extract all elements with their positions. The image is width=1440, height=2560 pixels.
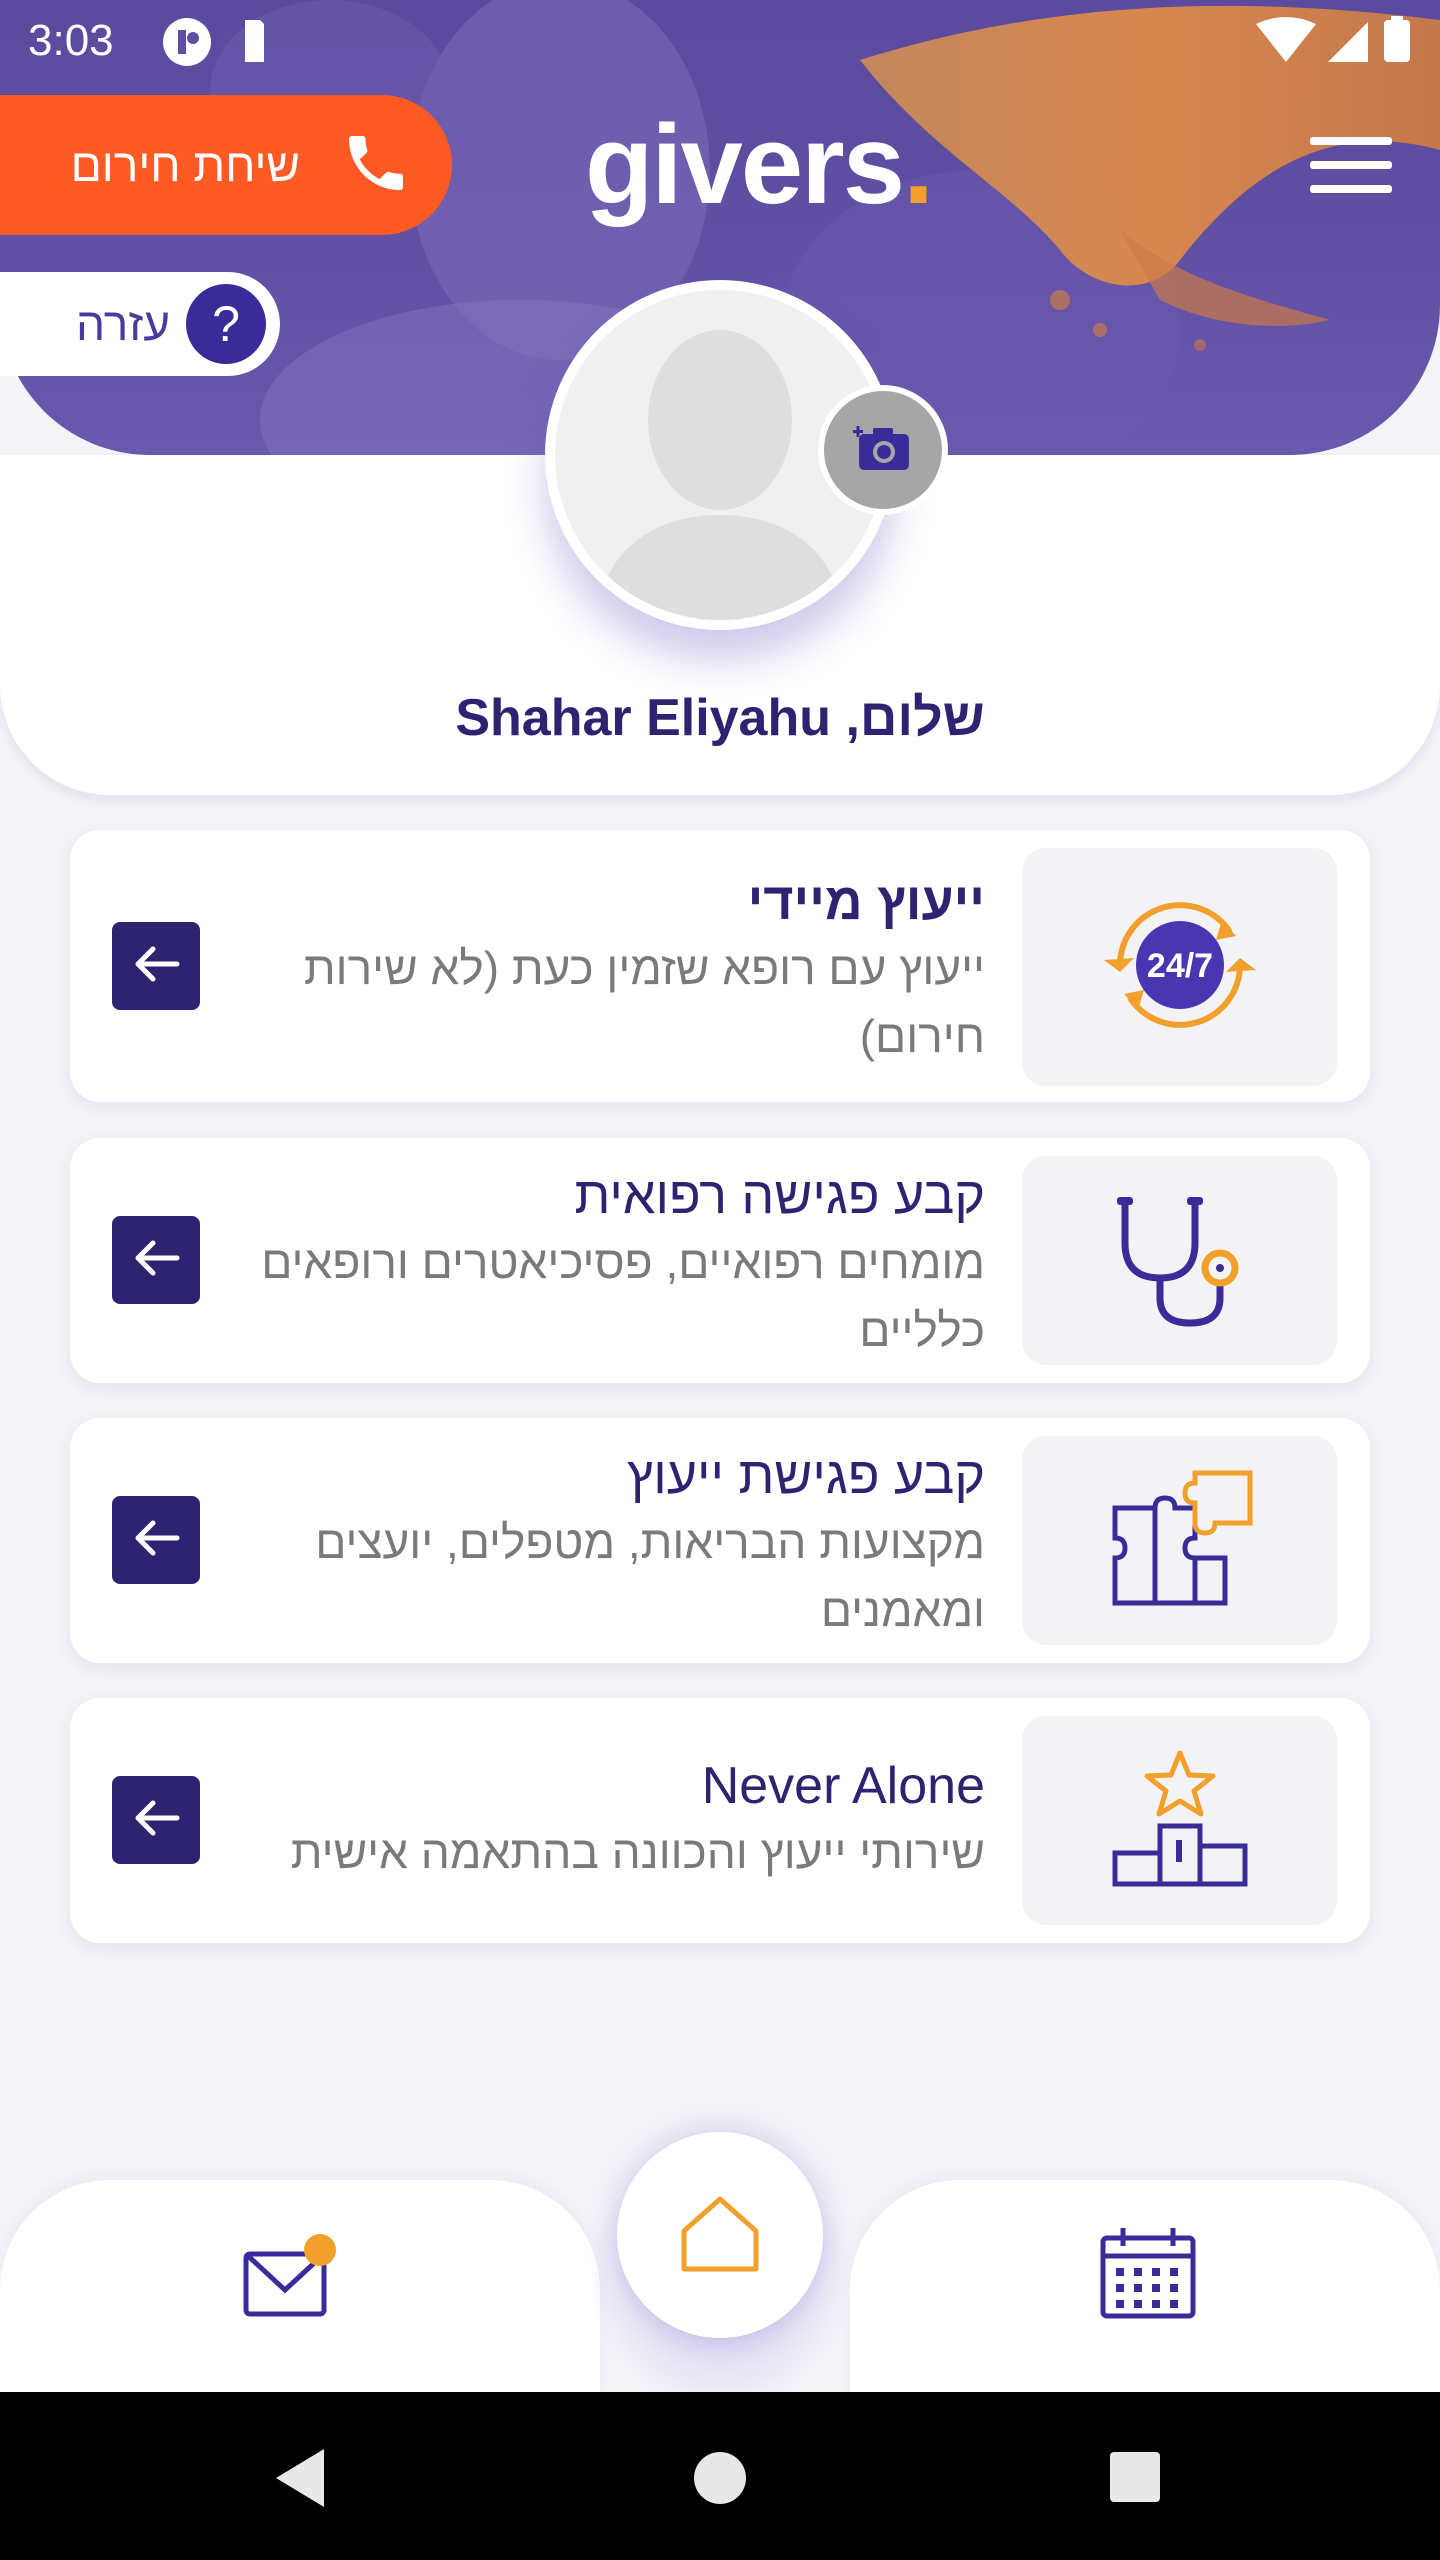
phone-icon <box>340 127 412 204</box>
messages-button[interactable] <box>240 2232 340 2327</box>
menu-icon[interactable] <box>1310 135 1392 200</box>
card-arrow-button[interactable] <box>112 922 200 1010</box>
status-bar: 3:03 <box>0 0 1440 85</box>
card-text: ייעוץ מיידי ייעוץ עם רופא שזמין כעת (לא … <box>205 870 985 1070</box>
medical-appointment-card[interactable]: קבע פגישה רפואית מומחים רפואיים, פסיכיאט… <box>70 1138 1370 1383</box>
card-icon-box <box>1022 1436 1337 1645</box>
24-7-icon: 24/7 <box>1090 880 1270 1055</box>
card-arrow-button[interactable] <box>112 1776 200 1864</box>
podium-star-icon <box>1105 1748 1255 1893</box>
card-arrow-button[interactable] <box>112 1496 200 1584</box>
mail-icon <box>240 2234 340 2326</box>
calendar-button[interactable] <box>1098 2226 1198 2326</box>
bottom-navigation <box>0 2132 1440 2410</box>
logo-text: givers <box>585 102 905 227</box>
card-text: Never Alone שירותי ייעוץ והכוונה בהתאמה … <box>205 1754 985 1886</box>
emergency-call-button[interactable]: שיחת חירום <box>0 95 452 235</box>
card-title: קבע פגישת ייעוץ <box>627 1447 985 1505</box>
help-label: עזרה <box>76 298 170 350</box>
givers-logo: givers. <box>585 100 934 229</box>
card-text: קבע פגישה רפואית מומחים רפואיים, פסיכיאט… <box>205 1164 985 1364</box>
card-arrow-button[interactable] <box>112 1216 200 1304</box>
arrow-left-icon <box>131 1238 181 1283</box>
card-icon-box: 24/7 <box>1022 848 1337 1086</box>
help-button[interactable]: עזרה ? <box>0 272 280 376</box>
home-icon <box>678 2193 762 2278</box>
home-button[interactable] <box>617 2132 823 2338</box>
card-subtitle: שירותי ייעוץ והכוונה בהתאמה אישית <box>290 1826 985 1878</box>
status-system-icons <box>1256 16 1416 71</box>
logo-dot: . <box>902 102 934 227</box>
emergency-call-label: שיחת חירום <box>70 139 300 191</box>
card-subtitle: ייעוץ עם רופא שזמין כעת (לא שירות חירום) <box>303 942 985 1062</box>
back-icon[interactable] <box>272 2447 328 2514</box>
system-home-icon[interactable] <box>694 2452 746 2504</box>
arrow-left-icon <box>131 944 181 989</box>
recent-apps-icon[interactable] <box>1110 2452 1160 2502</box>
card-title: קבע פגישה רפואית <box>574 1167 985 1225</box>
card-subtitle: מקצועות הבריאות, מטפלים, יועצים ומאמנים <box>315 1516 985 1636</box>
puzzle-icon <box>1100 1463 1260 1618</box>
calendar-icon <box>1098 2228 1198 2325</box>
card-subtitle: מומחים רפואיים, פסיכיאטרים ורופאים כלליי… <box>261 1236 985 1356</box>
system-navigation-bar <box>0 2392 1440 2560</box>
help-icon: ? <box>186 284 266 364</box>
greeting-text: שלום, Shahar Eliyahu <box>455 689 985 747</box>
card-icon-box <box>1022 1716 1337 1925</box>
card-title: ייעוץ מיידי <box>747 873 985 931</box>
card-icon-box <box>1022 1156 1337 1365</box>
card-title: Never Alone <box>701 1757 985 1815</box>
stethoscope-icon <box>1105 1183 1255 1338</box>
camera-icon <box>853 422 913 479</box>
card-text: קבע פגישת ייעוץ מקצועות הבריאות, מטפלים,… <box>205 1444 985 1644</box>
arrow-left-icon <box>131 1798 181 1843</box>
counseling-appointment-card[interactable]: קבע פגישת ייעוץ מקצועות הבריאות, מטפלים,… <box>70 1418 1370 1663</box>
change-photo-button[interactable] <box>818 385 948 515</box>
immediate-consult-card[interactable]: 24/7 ייעוץ מיידי ייעוץ עם רופא שזמין כעת… <box>70 830 1370 1102</box>
arrow-left-icon <box>131 1518 181 1563</box>
never-alone-card[interactable]: Never Alone שירותי ייעוץ והכוונה בהתאמה … <box>70 1698 1370 1943</box>
status-notification-icons <box>160 18 300 73</box>
status-time: 3:03 <box>28 16 114 65</box>
24-7-icon-text: 24/7 <box>1146 947 1212 985</box>
